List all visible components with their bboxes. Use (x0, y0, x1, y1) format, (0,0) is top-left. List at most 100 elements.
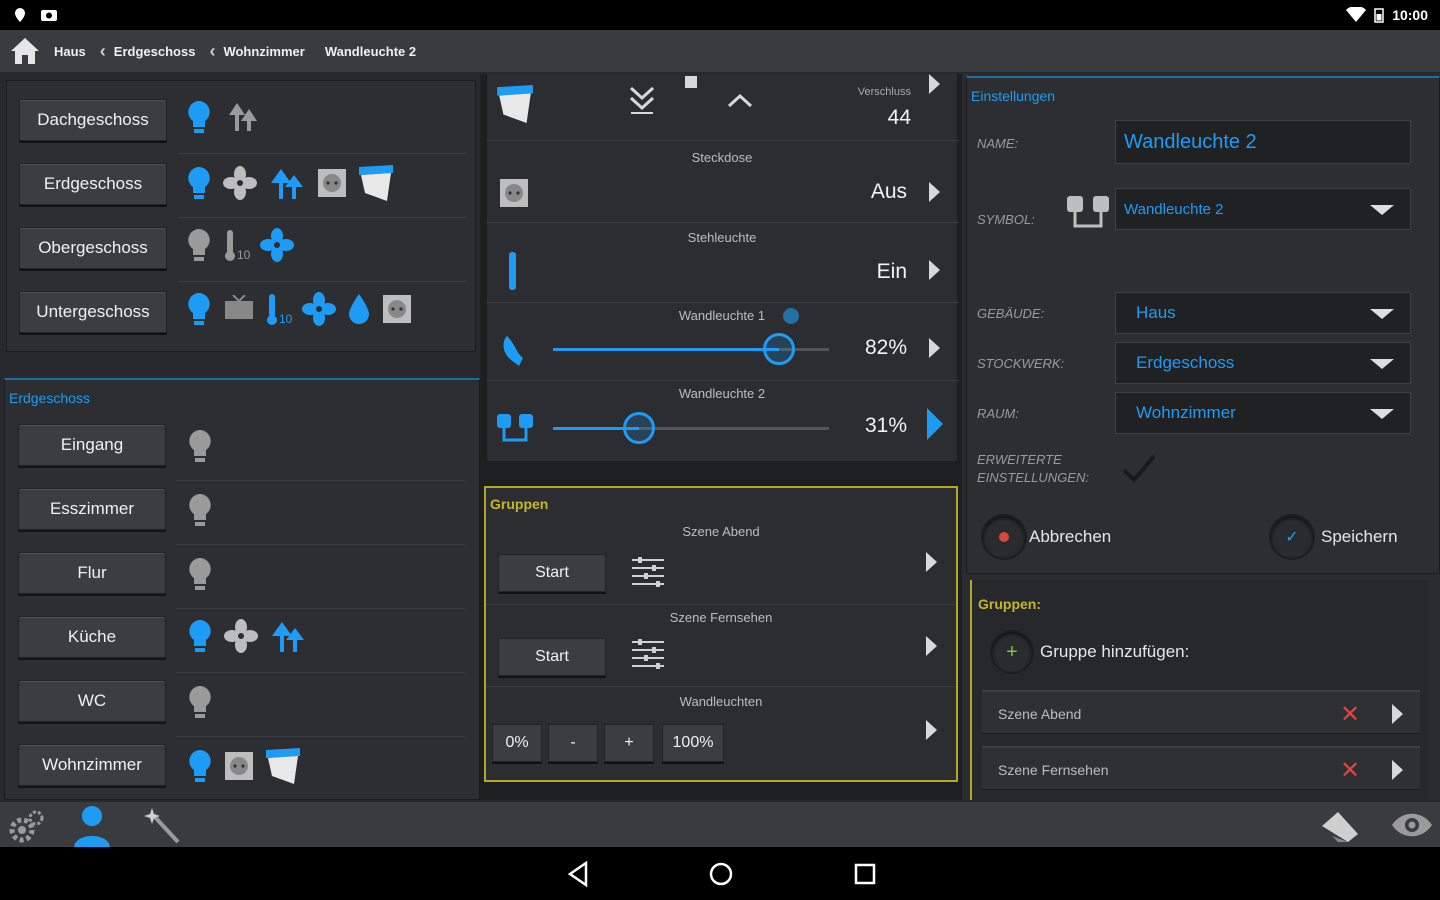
group-membership-panel: Gruppen: + Gruppe hinzufügen: Szene Aben… (970, 580, 1428, 800)
magic-wand-icon[interactable] (144, 806, 184, 846)
shutter-detail-arrow[interactable] (929, 74, 940, 94)
room-button-eingang[interactable]: Eingang (18, 424, 166, 466)
equalizer-icon (632, 557, 664, 587)
divider (176, 672, 466, 673)
floor-icons-untergeschoss: 10 (185, 291, 412, 327)
divider (487, 140, 959, 141)
settings-panel: Einstellungen NAME: SYMBOL: Wandleuchte … (966, 76, 1440, 574)
advanced-checkbox-icon[interactable] (1121, 452, 1157, 486)
wall1-value: 82% (864, 336, 907, 359)
fan-blue-icon (260, 228, 295, 262)
floor-button-obergeschoss[interactable]: Obergeschoss (19, 227, 167, 269)
back-icon[interactable] (566, 861, 590, 887)
divider (176, 608, 466, 609)
room-button-esszimmer[interactable]: Esszimmer (18, 488, 166, 530)
group-abend-arrow[interactable] (926, 552, 937, 572)
home-icon[interactable] (8, 35, 42, 67)
home-button-icon[interactable] (708, 861, 734, 887)
thermometer-icon: 10 (223, 228, 250, 262)
room-dropdown[interactable]: Wohnzimmer (1115, 392, 1411, 434)
advanced-label-1: ERWEITERTE (977, 452, 1062, 467)
floorlamp-detail-arrow[interactable] (929, 260, 940, 280)
chevron-up-icon[interactable] (725, 90, 755, 110)
breadcrumb-item-current: Wandleuchte 2 (324, 43, 417, 59)
group-wandleuchten-arrow[interactable] (926, 720, 937, 740)
remove-icon[interactable]: ✕ (1340, 700, 1360, 729)
socket-detail-arrow[interactable] (929, 182, 940, 202)
floor-button-erdgeschoss[interactable]: Erdgeschoss (19, 163, 167, 205)
name-input[interactable] (1115, 120, 1411, 164)
floor-icons-obergeschoss: 10 (185, 227, 295, 263)
floorlamp-value[interactable]: Ein (877, 260, 907, 284)
wandleuchten-plus-button[interactable]: + (604, 724, 654, 762)
divider (176, 736, 466, 737)
floor-label: STOCKWERK: (977, 356, 1065, 371)
ceiling-lamp-blue-icon (271, 169, 303, 199)
cancel-button[interactable]: Abbrechen (981, 514, 1111, 560)
room-button-wc[interactable]: WC (18, 680, 166, 722)
floor-button-untergeschoss[interactable]: Untergeschoss (19, 291, 167, 333)
wall1-detail-arrow[interactable] (929, 338, 940, 358)
location-icon (15, 8, 25, 22)
settings-column: Einstellungen NAME: SYMBOL: Wandleuchte … (962, 74, 1440, 800)
start-button-fernsehen[interactable]: Start (498, 638, 606, 676)
user-icon[interactable] (72, 804, 112, 848)
wandleuchten-minus-button[interactable]: - (548, 724, 598, 762)
room-button-flur[interactable]: Flur (18, 552, 166, 594)
divider (487, 380, 959, 381)
socket-icon (500, 179, 528, 207)
room-button-wohnzimmer[interactable]: Wohnzimmer (18, 744, 166, 786)
bottom-toolbar (0, 800, 1440, 848)
blinds-icon (266, 748, 300, 784)
breadcrumb-item-wohnzimmer[interactable]: Wohnzimmer (223, 44, 304, 59)
remove-icon[interactable]: ✕ (1340, 756, 1360, 785)
status-bar: 10:00 (0, 0, 1440, 30)
bulb-off-icon (189, 494, 211, 526)
shutter-value: 44 (887, 106, 911, 129)
socket-value[interactable]: Aus (871, 180, 907, 204)
group-title-fernsehen: Szene Fernsehen (669, 610, 773, 625)
system-navigation-bar (0, 847, 1440, 900)
save-button[interactable]: ✓ Speichern (1269, 514, 1398, 560)
divider (177, 217, 467, 218)
groups-panel: Gruppen Szene Abend Start Szene Fernsehe… (484, 486, 958, 782)
wall2-detail-arrow-active[interactable] (927, 408, 943, 440)
socket-icon (318, 169, 346, 197)
room-button-kueche[interactable]: Küche (18, 616, 166, 658)
left-column: Dachgeschoss Erdgeschoss Obergeschoss 10… (0, 74, 480, 800)
fan-icon (223, 166, 257, 200)
floorlamp-title: Stehleuchte (687, 230, 757, 245)
start-button-abend[interactable]: Start (498, 554, 606, 592)
building-dropdown[interactable]: Haus (1115, 292, 1411, 334)
advanced-label-2: EINSTELLUNGEN: (977, 470, 1089, 485)
save-check-icon: ✓ (1269, 514, 1315, 560)
ceiling-lamp-icon (229, 103, 257, 131)
groups-title: Gruppen (490, 496, 549, 512)
group-item-arrow[interactable] (1392, 760, 1403, 780)
double-chevron-down-icon[interactable] (627, 84, 657, 116)
rooms-title: Erdgeschoss (9, 390, 90, 406)
wandleuchten-100-button[interactable]: 100% (662, 724, 724, 762)
breadcrumb-item-erdgeschoss[interactable]: Erdgeschoss (114, 44, 196, 59)
add-group-button[interactable]: + Gruppe hinzufügen: (990, 630, 1189, 674)
wall2-slider[interactable] (553, 412, 829, 444)
symbol-label: SYMBOL: (977, 212, 1035, 227)
wandleuchten-0-button[interactable]: 0% (492, 724, 542, 762)
eye-icon[interactable] (1390, 810, 1434, 840)
floor-dropdown[interactable]: Erdgeschoss (1115, 342, 1411, 384)
floor-button-dachgeschoss[interactable]: Dachgeschoss (19, 99, 167, 141)
breadcrumb: Haus ‹ Erdgeschoss ‹ Wohnzimmer Wandleuc… (0, 30, 1440, 74)
group-item-arrow[interactable] (1392, 704, 1403, 724)
group-fernsehen-arrow[interactable] (926, 636, 937, 656)
recent-apps-icon[interactable] (853, 862, 877, 886)
group-item-fernsehen[interactable]: Szene Fernsehen ✕ (982, 746, 1420, 790)
stop-icon[interactable] (685, 76, 697, 88)
devices-panel: Verschluss 44 Steckdose Aus Stehleuchte … (486, 74, 959, 462)
group-item-abend[interactable]: Szene Abend ✕ (982, 690, 1420, 734)
eraser-icon[interactable] (1318, 806, 1362, 846)
gear-icon[interactable] (6, 806, 46, 846)
breadcrumb-item-haus[interactable]: Haus (54, 44, 86, 59)
photo-icon (41, 10, 57, 21)
divider (176, 544, 466, 545)
symbol-dropdown[interactable]: Wandleuchte 2 (1115, 188, 1411, 230)
